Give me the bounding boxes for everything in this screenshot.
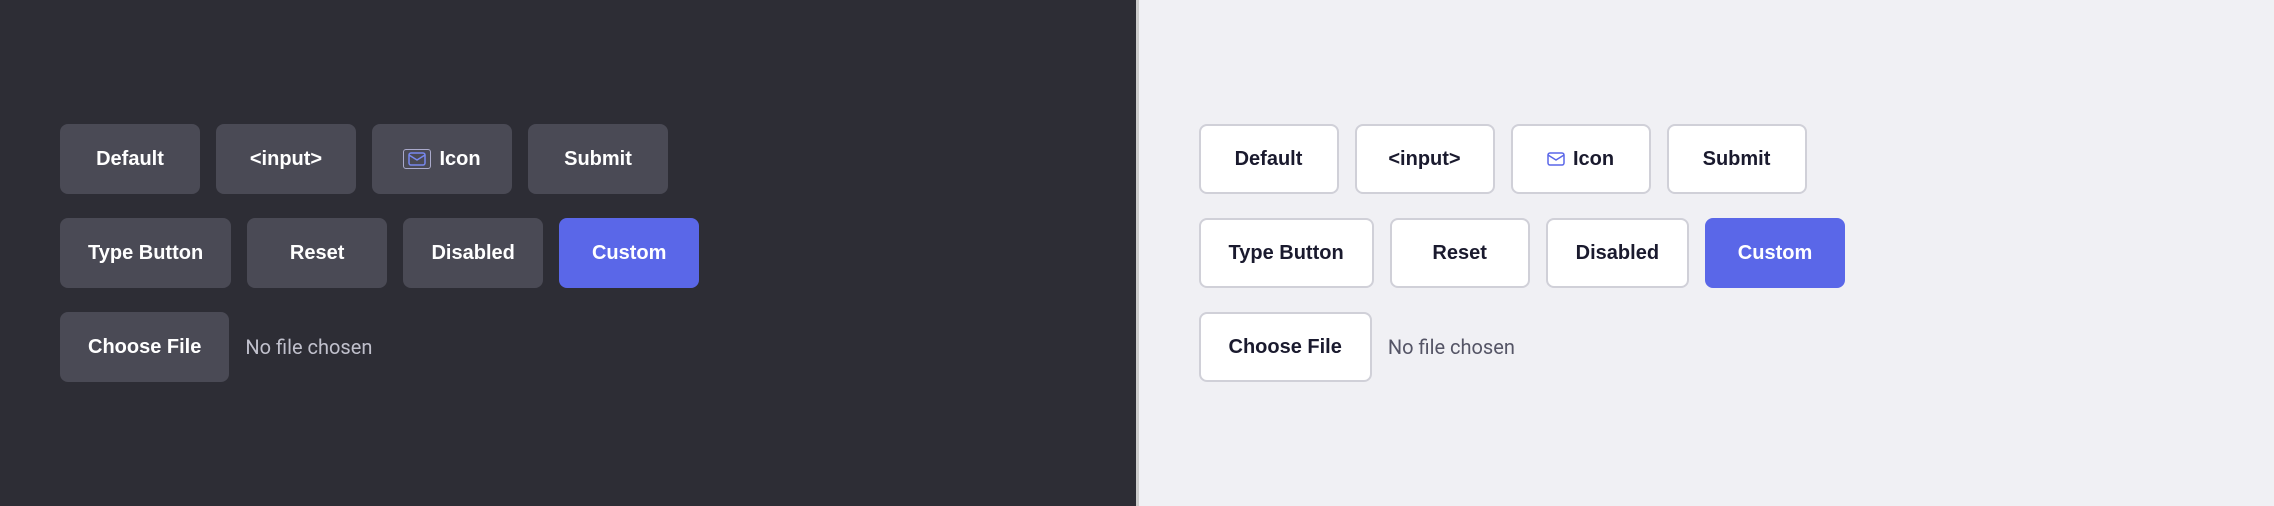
dark-default-button[interactable]: Default: [60, 124, 200, 194]
dark-reset-button[interactable]: Reset: [247, 218, 387, 288]
dark-input-button[interactable]: <input>: [216, 124, 356, 194]
dark-panel: Default <input> Icon Submit Type Button …: [0, 0, 1136, 506]
light-typebutton-button[interactable]: Type Button: [1199, 218, 1374, 288]
dark-reset-label: Reset: [290, 242, 344, 265]
light-reset-button[interactable]: Reset: [1390, 218, 1530, 288]
light-submit-button[interactable]: Submit: [1667, 124, 1807, 194]
dark-choose-file-label: Choose File: [88, 336, 201, 359]
light-input-label: <input>: [1388, 148, 1460, 171]
dark-typebutton-button[interactable]: Type Button: [60, 218, 231, 288]
light-no-file-status: No file chosen: [1388, 335, 1515, 359]
light-input-button[interactable]: <input>: [1355, 124, 1495, 194]
light-disabled-label: Disabled: [1576, 242, 1659, 265]
envelope-icon-light: [1547, 152, 1565, 166]
light-default-label: Default: [1235, 148, 1303, 171]
light-choose-file-label: Choose File: [1229, 336, 1342, 359]
dark-button-row-1: Default <input> Icon Submit: [60, 124, 668, 194]
light-custom-label: Custom: [1738, 242, 1812, 265]
light-file-input-row: Choose File No file chosen: [1199, 312, 1515, 382]
dark-no-file-status: No file chosen: [245, 335, 372, 359]
dark-input-label: <input>: [250, 148, 322, 171]
light-icon-button[interactable]: Icon: [1511, 124, 1651, 194]
light-button-row-2: Type Button Reset Disabled Custom: [1199, 218, 1846, 288]
light-submit-label: Submit: [1703, 148, 1771, 171]
dark-typebutton-label: Type Button: [88, 242, 203, 265]
dark-choose-file-button[interactable]: Choose File: [60, 312, 229, 382]
light-icon-label: Icon: [1573, 148, 1614, 171]
dark-default-label: Default: [96, 148, 164, 171]
dark-submit-button[interactable]: Submit: [528, 124, 668, 194]
dark-custom-button[interactable]: Custom: [559, 218, 699, 288]
light-custom-button[interactable]: Custom: [1705, 218, 1845, 288]
light-choose-file-button[interactable]: Choose File: [1199, 312, 1372, 382]
dark-file-input-row: Choose File No file chosen: [60, 312, 372, 382]
light-panel: Default <input> Icon Submit Type Button …: [1139, 0, 2274, 506]
light-default-button[interactable]: Default: [1199, 124, 1339, 194]
light-button-row-1: Default <input> Icon Submit: [1199, 124, 1807, 194]
dark-submit-label: Submit: [564, 148, 632, 171]
light-reset-label: Reset: [1432, 242, 1486, 265]
dark-disabled-label: Disabled: [431, 242, 514, 265]
dark-button-row-2: Type Button Reset Disabled Custom: [60, 218, 699, 288]
dark-disabled-button[interactable]: Disabled: [403, 218, 543, 288]
light-disabled-button[interactable]: Disabled: [1546, 218, 1689, 288]
dark-custom-label: Custom: [592, 242, 666, 265]
dark-icon-label: Icon: [439, 148, 480, 171]
envelope-icon: [403, 149, 431, 169]
dark-icon-button[interactable]: Icon: [372, 124, 512, 194]
light-typebutton-label: Type Button: [1229, 242, 1344, 265]
